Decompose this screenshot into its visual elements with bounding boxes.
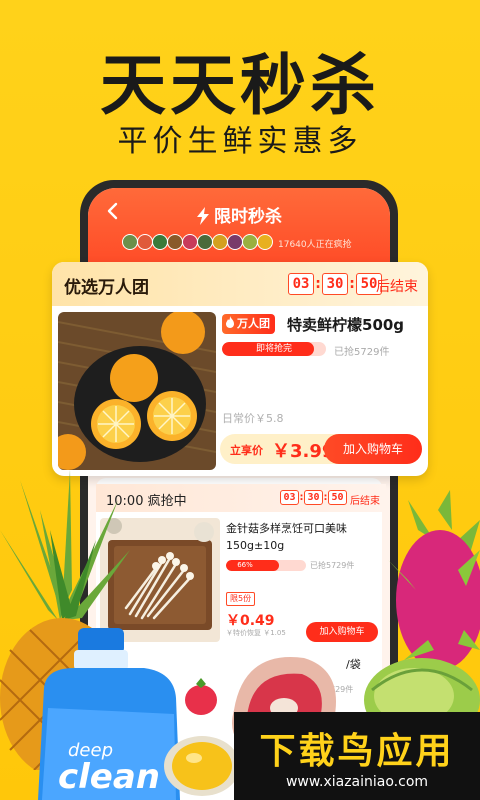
price-label: 立享价 bbox=[230, 444, 263, 457]
viewers-count: 17640人正在疯抢 bbox=[278, 240, 352, 250]
item-name-end: /袋 bbox=[346, 658, 361, 671]
page-title-text: 限时秒杀 bbox=[214, 207, 282, 227]
app-header: 限时秒杀 17640人正在疯抢 bbox=[88, 188, 390, 270]
watermark-banner: 下载鸟应用 www.xiazainiao.com bbox=[234, 712, 480, 800]
tomato-illustration bbox=[185, 678, 217, 715]
timer-minutes: 30 bbox=[304, 490, 323, 505]
badge-text: 万人团 bbox=[237, 317, 270, 330]
watermark-title: 下载鸟应用 bbox=[259, 731, 455, 772]
buyer-avatar bbox=[212, 234, 228, 250]
hero-title: 天天秒杀 bbox=[100, 47, 380, 124]
lightning-icon bbox=[197, 207, 209, 225]
sold-count: 已抢5729件 bbox=[334, 347, 390, 358]
sale-price: ￥0.49 bbox=[226, 613, 275, 629]
add-to-cart-button[interactable]: 加入购物车 bbox=[306, 622, 378, 642]
fire-icon bbox=[226, 316, 234, 328]
buyer-avatar bbox=[122, 234, 138, 250]
limit-badge: 限5份 bbox=[226, 592, 256, 606]
price-bar: 立享价 ￥3.99 加入购物车 bbox=[220, 434, 422, 464]
page-title: 限时秒杀 bbox=[88, 202, 390, 227]
sold-count: 已抢5729件 bbox=[310, 561, 355, 570]
ends-label: 后结束 bbox=[376, 279, 418, 295]
bottle-logo-large: clean bbox=[58, 757, 160, 797]
flash-countdown-timer: 03 : 30 : 50 bbox=[280, 490, 347, 505]
featured-card[interactable]: 优选万人团 03 : 30 : 50 后结束 万人团 特卖鲜柠檬500g 即将抢… bbox=[52, 262, 428, 476]
buyer-avatar bbox=[152, 234, 168, 250]
group-buy-badge: 万人团 bbox=[222, 314, 275, 334]
timer-colon: : bbox=[349, 276, 355, 292]
progress-label: 即将抢完 bbox=[255, 344, 292, 354]
hero-subtitle: 平价生鲜实惠多 bbox=[117, 124, 363, 159]
timer-hours: 03 bbox=[280, 490, 299, 505]
original-price: ￥特价恢复 ￥1.05 bbox=[226, 629, 286, 637]
buyer-avatar bbox=[182, 234, 198, 250]
timer-seconds: 50 bbox=[328, 490, 347, 505]
buyer-avatar bbox=[257, 234, 273, 250]
timer-hours: 03 bbox=[288, 273, 314, 295]
lemon-product-image[interactable] bbox=[58, 312, 216, 470]
buyer-avatars bbox=[122, 234, 273, 254]
list-item-name[interactable]: 金针菇多样烹饪可口美味150g±10g bbox=[226, 520, 378, 554]
buyer-avatar bbox=[227, 234, 243, 250]
buyer-avatar bbox=[197, 234, 213, 250]
ends-label: 后结束 bbox=[350, 496, 380, 507]
add-to-cart-button[interactable]: 加入购物车 bbox=[324, 434, 422, 464]
buyer-avatar bbox=[242, 234, 258, 250]
buyer-avatar bbox=[137, 234, 153, 250]
timer-minutes: 30 bbox=[322, 273, 348, 295]
countdown-timer: 03 : 30 : 50 bbox=[288, 273, 382, 295]
product-name[interactable]: 特卖鲜柠檬500g bbox=[287, 314, 404, 335]
egg-illustration bbox=[164, 736, 240, 796]
featured-title: 优选万人团 bbox=[64, 278, 149, 298]
watermark-url: www.xiazainiao.com bbox=[285, 774, 429, 790]
original-price: 日常价￥5.8 bbox=[222, 412, 284, 425]
timer-colon: : bbox=[315, 276, 321, 292]
flash-sale-header: 10:00 疯抢中 03 : 30 : 50 后结束 bbox=[96, 484, 386, 512]
buyer-avatar bbox=[167, 234, 183, 250]
featured-card-header: 优选万人团 03 : 30 : 50 后结束 bbox=[52, 262, 428, 306]
progress-label: 66% bbox=[237, 561, 253, 569]
